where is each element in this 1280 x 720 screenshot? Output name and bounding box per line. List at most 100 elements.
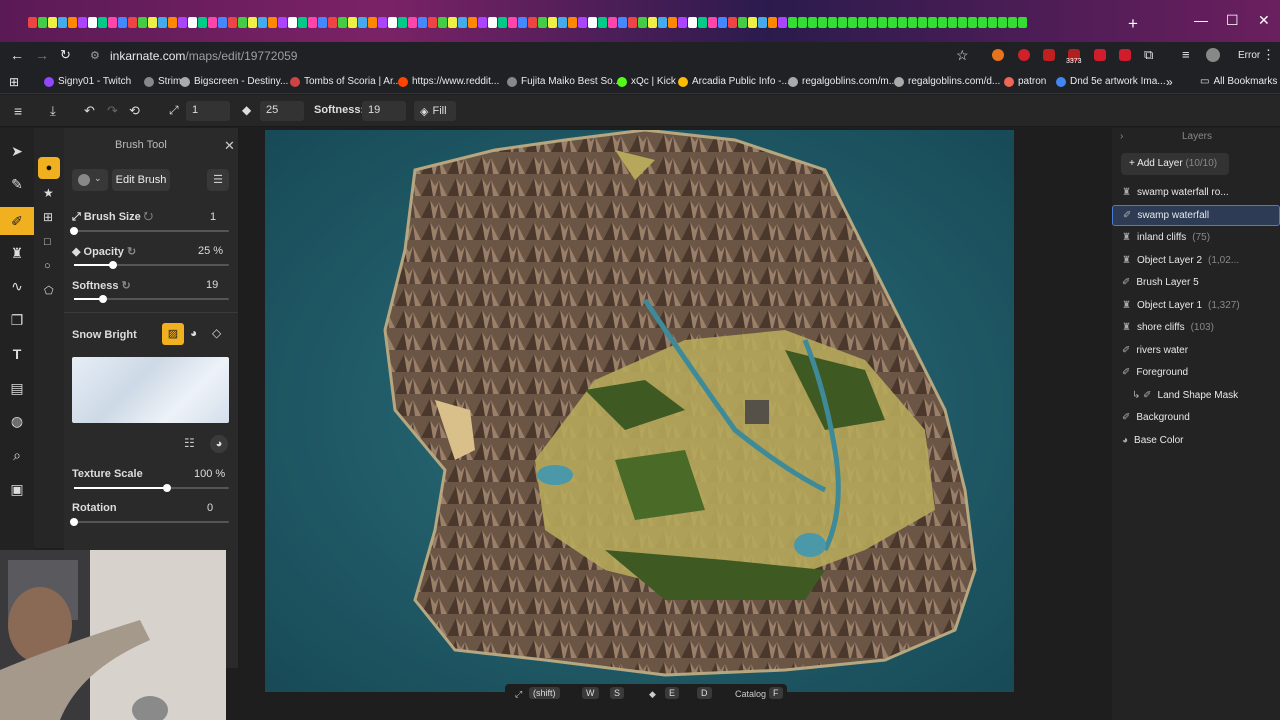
tab-favicon-icon[interactable] [468,17,477,28]
layer-item[interactable]: ♜ inland cliffs (75) [1112,227,1280,248]
rotation-slider[interactable] [70,518,229,526]
layer-item[interactable]: ✐ swamp waterfall [1112,204,1280,226]
tab-favicon-icon[interactable] [488,17,497,28]
bookmark-item[interactable]: Arcadia Public Info -... [678,76,790,87]
back-icon[interactable]: ← [10,47,24,63]
texture-mode-icon[interactable]: ▨ [162,323,184,345]
tab-favicon-icon[interactable] [448,17,457,28]
bookmark-item[interactable]: Bigscreen - Destiny... [180,76,288,87]
tab-favicon-icon[interactable] [978,17,987,28]
tab-favicon-icon[interactable] [838,17,847,28]
tab-favicon-icon[interactable] [378,17,387,28]
circle-shape-icon[interactable]: ○ [44,260,51,272]
toolbar-softness-input[interactable]: 19 [362,101,406,121]
tab-favicon-icon[interactable] [938,17,947,28]
round-brush-icon[interactable]: ● [38,157,60,179]
tab-favicon-icon[interactable] [318,17,327,28]
tab-favicon-icon[interactable] [398,17,407,28]
catalog-label[interactable]: Catalog [735,689,766,699]
texture-scale-slider[interactable] [74,484,229,492]
tab-favicon-icon[interactable] [108,17,117,28]
tab-favicon-icon[interactable] [648,17,657,28]
error-label[interactable]: Error [1238,50,1260,61]
fill-button[interactable]: ◈ Fill [414,101,456,121]
tab-favicon-icon[interactable] [678,17,687,28]
bookmark-item[interactable]: patron [1004,76,1046,87]
brush-color-picker[interactable]: ⌄ [72,169,108,191]
tab-favicon-icon[interactable] [788,17,797,28]
tab-favicon-icon[interactable] [228,17,237,28]
tab-favicon-icon[interactable] [1018,17,1027,28]
opacity-value[interactable]: 25 % [198,245,223,257]
tab-favicon-icon[interactable] [858,17,867,28]
extensions-puzzle-icon[interactable]: ⧉ [1144,47,1153,63]
tab-favicon-icon[interactable] [628,17,637,28]
slider-knob[interactable] [163,484,171,492]
more-bookmarks-icon[interactable]: » [1166,75,1173,89]
bookmark-item[interactable]: regalgoblins.com/m... [788,76,897,87]
rotation-value[interactable]: 0 [207,502,213,514]
layer-item[interactable]: ✐ Background [1112,407,1280,428]
brush-size-slider[interactable] [70,227,229,235]
minimize-button[interactable]: — [1194,12,1208,28]
pen-tool-icon[interactable]: ✎ [8,175,26,193]
object-stamp-icon[interactable]: ♜ [8,244,26,262]
square-shape-icon[interactable]: □ [44,236,51,248]
bookmark-item[interactable]: Dnd 5e artwork Ima... [1056,76,1166,87]
brush-settings-icon[interactable]: ☰ [207,169,229,191]
layer-item[interactable]: ♜ Object Layer 1 (1,327) [1112,295,1280,316]
tab-favicon-icon[interactable] [668,17,677,28]
tab-favicon-icon[interactable] [998,17,1007,28]
texture-palette-icon[interactable]: ◕ [210,435,228,453]
tab-favicon-icon[interactable] [738,17,747,28]
pattern-brush-icon[interactable]: ⊞ [43,210,53,224]
add-layer-button[interactable]: + Add Layer (10/10) [1121,153,1229,175]
tab-favicon-icon[interactable] [208,17,217,28]
layer-item[interactable]: ✐ rivers water [1112,340,1280,361]
palette-icon[interactable]: ◕ [190,326,197,340]
bookmark-star-icon[interactable]: ☆ [956,47,969,64]
globe-icon[interactable]: ◍ [8,412,26,430]
tab-favicon-icon[interactable] [748,17,757,28]
reading-list-icon[interactable]: ≡ [1182,47,1190,62]
layer-item[interactable]: ✐ Brush Layer 5 [1112,272,1280,293]
tab-favicon-icon[interactable] [188,17,197,28]
bookmark-item[interactable]: xQc | Kick [617,76,676,87]
reset-icon[interactable]: ↻ [144,211,153,223]
tab-favicon-icon[interactable] [478,17,487,28]
tab-favicon-icon[interactable] [118,17,127,28]
tab-favicon-icon[interactable] [88,17,97,28]
reload-icon[interactable]: ↻ [60,47,71,63]
edit-brush-button[interactable]: Edit Brush [112,169,170,191]
tab-favicon-icon[interactable] [158,17,167,28]
tab-favicon-icon[interactable] [908,17,917,28]
tab-favicon-icon[interactable] [78,17,87,28]
tab-favicon-icon[interactable] [438,17,447,28]
tab-favicon-icon[interactable] [418,17,427,28]
tab-favicon-icon[interactable] [958,17,967,28]
opacity-slider[interactable] [74,261,229,269]
tab-favicon-icon[interactable] [238,17,247,28]
brush-tool-icon[interactable]: ✐ [0,207,34,235]
toolbar-size-input[interactable]: 1 [186,101,230,121]
tab-favicon-icon[interactable] [388,17,397,28]
export-icon[interactable]: ⤓ [50,103,56,119]
tab-favicon-icon[interactable] [58,17,67,28]
layer-item[interactable]: ◕ Base Color [1112,430,1280,451]
profile-avatar[interactable] [1206,48,1220,62]
path-tool-icon[interactable]: ∿ [8,277,26,295]
tab-favicon-icon[interactable] [718,17,727,28]
tab-favicon-icon[interactable] [518,17,527,28]
tab-favicon-icon[interactable] [328,17,337,28]
tab-favicon-icon[interactable] [548,17,557,28]
tab-favicon-icon[interactable] [538,17,547,28]
tab-favicon-icon[interactable] [298,17,307,28]
bookmark-item[interactable]: Tombs of Scoria | Ar... [290,76,401,87]
tab-favicon-icon[interactable] [498,17,507,28]
layer-item[interactable]: ♜ shore cliffs (103) [1112,317,1280,338]
text-tool-icon[interactable]: T [8,345,26,363]
tab-favicon-icon[interactable] [778,17,787,28]
tab-favicon-icon[interactable] [598,17,607,28]
tab-favicon-icon[interactable] [578,17,587,28]
maximize-button[interactable]: ☐ [1226,12,1239,29]
